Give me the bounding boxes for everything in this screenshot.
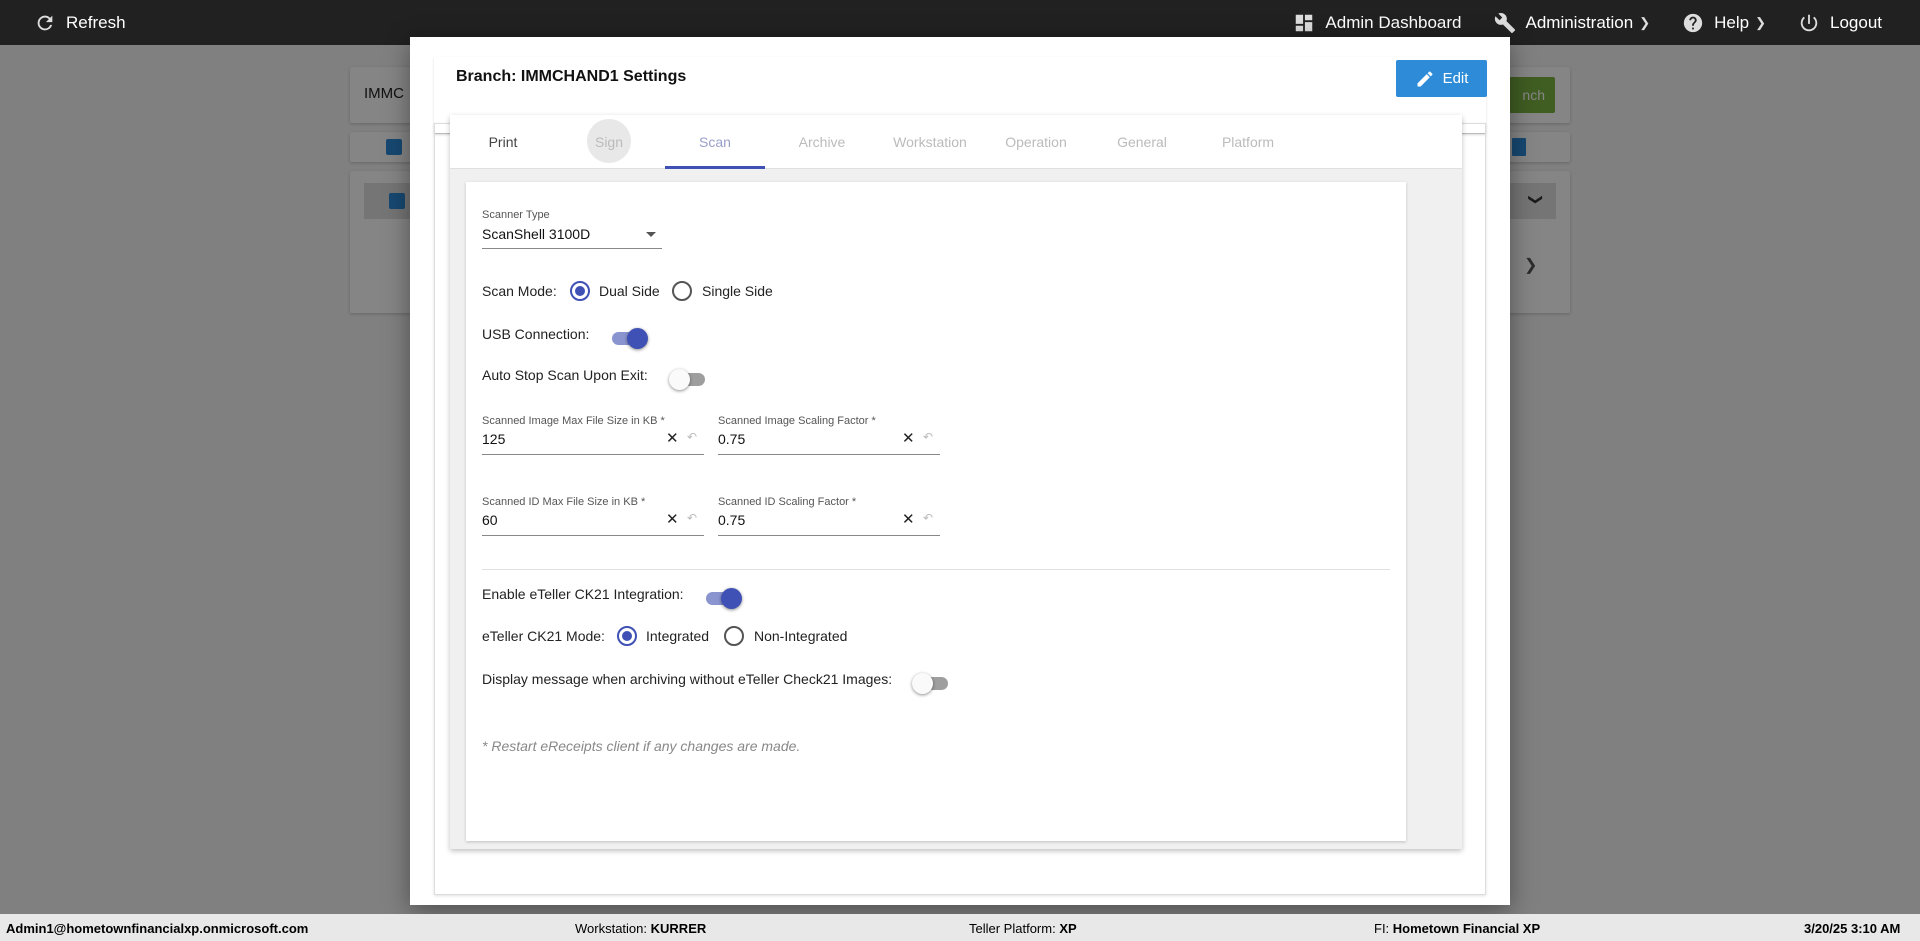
admin-dashboard-link[interactable]: Admin Dashboard [1293,12,1462,34]
scanner-type-value: ScanShell 3100D [482,226,591,242]
id-max-value: 60 [482,512,498,528]
scanner-type-label: Scanner Type [482,209,550,221]
tab-general[interactable]: General [1089,115,1195,169]
power-icon [1800,14,1818,31]
tab-workstation[interactable]: Workstation [877,115,983,169]
clear-icon[interactable]: ✕ [666,510,679,528]
id-scale-field[interactable]: 0.75 ✕ ↶ [718,510,940,536]
id-scale-value: 0.75 [718,512,746,528]
ck21-mode-integrated-radio[interactable] [617,626,637,646]
auto-stop-toggle[interactable] [669,368,707,390]
branch-settings-modal: Branch: IMMCHAND1 Settings Edit Print Si… [410,37,1510,905]
chevron-down-icon: ❯ [1755,14,1766,30]
img-scale-label: Scanned Image Scaling Factor * [718,415,876,427]
refresh-icon [37,15,53,30]
status-bar: Admin1@hometownfinancialxp.onmicrosoft.c… [0,914,1920,941]
edit-label: Edit [1442,70,1469,87]
undo-icon[interactable]: ↶ [923,511,933,525]
clear-icon[interactable]: ✕ [902,510,915,528]
help-label: Help [1714,12,1750,32]
ck21-mode-nonintegrated-radio[interactable] [724,626,744,646]
wrench-icon [1494,12,1515,33]
settings-tabs-card: Print Sign Scan Archive Workstation Oper… [450,115,1462,849]
status-platform-label: Teller Platform: [969,921,1056,936]
status-fi-value: Hometown Financial XP [1392,921,1541,936]
chevron-down-icon: ❯ [1639,14,1651,30]
clear-icon[interactable]: ✕ [902,429,915,447]
display-message-label: Display message when archiving without e… [482,671,893,687]
id-max-field[interactable]: 60 ✕ ↶ [482,510,704,536]
status-workstation: Workstation: KURRER [575,921,706,936]
scanner-type-select[interactable]: ScanShell 3100D [482,223,662,249]
status-workstation-label: Workstation: [575,921,648,936]
ck21-integration-label: Enable eTeller CK21 Integration: [482,586,684,602]
status-fi-label: FI: [1374,921,1390,936]
tab-platform[interactable]: Platform [1195,115,1301,169]
section-divider [482,569,1390,570]
tab-bar: Print Sign Scan Archive Workstation Oper… [450,115,1462,169]
caret-down-icon [646,232,656,237]
status-fi: FI: Hometown Financial XP [1374,921,1540,936]
ck21-mode-nonintegrated-label[interactable]: Non-Integrated [754,628,847,644]
administration-menu[interactable]: Administration ❯ [1494,12,1651,34]
undo-icon[interactable]: ↶ [923,430,933,444]
img-max-value: 125 [482,431,506,447]
restart-note: * Restart eReceipts client if any change… [482,738,801,754]
ck21-mode-label: eTeller CK21 Mode: [482,628,605,644]
undo-icon[interactable]: ↶ [687,430,697,444]
pencil-icon [1417,70,1433,86]
edit-button[interactable]: Edit [1396,60,1487,97]
status-platform-value: XP [1059,921,1077,936]
modal-title: Branch: IMMCHAND1 Settings [456,68,687,85]
undo-icon[interactable]: ↶ [687,511,697,525]
id-max-label: Scanned ID Max File Size in KB * [482,496,646,508]
scan-mode-dual-radio[interactable] [570,281,590,301]
logout-button[interactable]: Logout [1798,12,1882,34]
help-icon [1683,13,1703,32]
scan-mode-label: Scan Mode: [482,283,557,299]
img-max-field[interactable]: 125 ✕ ↶ [482,429,704,455]
status-workstation-value: KURRER [650,921,707,936]
refresh-button[interactable]: Refresh [34,12,126,34]
administration-label: Administration [1525,12,1634,32]
status-platform: Teller Platform: XP [969,921,1077,936]
scan-mode-single-label[interactable]: Single Side [702,283,773,299]
img-scale-field[interactable]: 0.75 ✕ ↶ [718,429,940,455]
admin-dashboard-label: Admin Dashboard [1325,12,1462,32]
auto-stop-label: Auto Stop Scan Upon Exit: [482,367,648,383]
scan-mode-dual-label[interactable]: Dual Side [599,283,660,299]
active-tab-indicator [665,166,765,169]
usb-connection-label: USB Connection: [482,326,590,342]
tab-print[interactable]: Print [450,115,556,169]
clear-icon[interactable]: ✕ [666,429,679,447]
tab-archive[interactable]: Archive [772,115,872,169]
img-scale-value: 0.75 [718,431,746,447]
refresh-label: Refresh [66,12,126,32]
tab-operation[interactable]: Operation [983,115,1089,169]
ck21-integration-toggle[interactable] [704,587,742,609]
id-scale-label: Scanned ID Scaling Factor * [718,496,857,508]
tab-scan[interactable]: Scan [665,115,765,169]
dashboard-icon [1296,14,1313,31]
status-user: Admin1@hometownfinancialxp.onmicrosoft.c… [6,921,309,936]
scan-mode-single-radio[interactable] [672,281,692,301]
usb-connection-toggle[interactable] [610,327,648,349]
status-datetime: 3/20/25 3:10 AM [1804,921,1901,936]
img-max-label: Scanned Image Max File Size in KB * [482,415,665,427]
display-message-toggle[interactable] [912,672,950,694]
scan-settings-panel: Scanner Type ScanShell 3100D Scan Mode: … [466,182,1406,841]
help-menu[interactable]: Help ❯ [1682,12,1766,34]
ck21-mode-integrated-label[interactable]: Integrated [646,628,709,644]
logout-label: Logout [1830,12,1882,32]
tab-sign[interactable]: Sign [560,115,658,169]
